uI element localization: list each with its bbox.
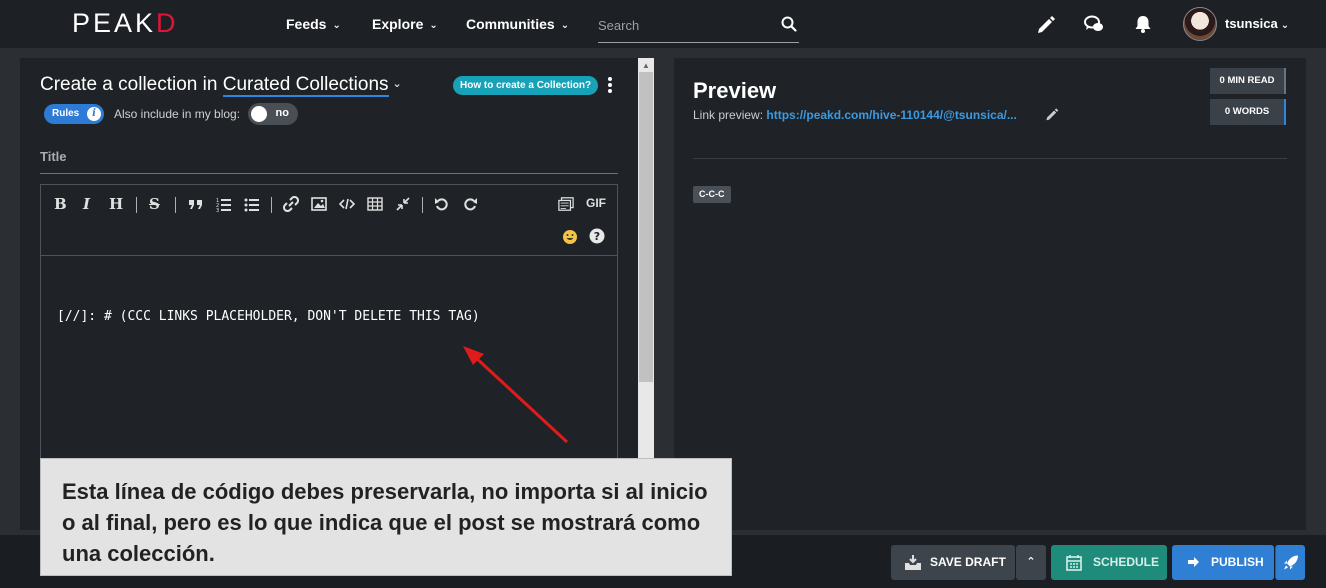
how-to-create-collection-button[interactable]: How to create a Collection? — [453, 76, 599, 95]
title-input[interactable]: Title — [40, 149, 67, 164]
scrollbar-thumb[interactable] — [639, 72, 653, 382]
schedule-label: SCHEDULE — [1093, 555, 1160, 569]
tag-badge[interactable]: c-c-c — [693, 186, 731, 203]
chat-icon[interactable] — [1084, 14, 1104, 34]
redo-icon[interactable] — [462, 196, 478, 212]
publish-options-button[interactable] — [1275, 545, 1305, 580]
chevron-down-icon: ⌄ — [560, 20, 570, 31]
annotation-text: Esta línea de código debes preservarla, … — [62, 479, 708, 566]
link-preview-url[interactable]: https://peakd.com/hive-110144/@tsunsica/… — [766, 108, 1016, 122]
logo-end: D — [156, 8, 179, 38]
quote-icon[interactable] — [188, 196, 204, 212]
heading-icon[interactable]: H — [109, 195, 123, 213]
ordered-list-icon[interactable]: 123 — [216, 196, 232, 212]
search-icon[interactable] — [781, 16, 797, 32]
nav-explore[interactable]: Explore ⌄ — [372, 16, 438, 32]
tag-label: c-c-c — [699, 189, 725, 199]
toggle-knob — [251, 106, 267, 122]
also-include-label: Also include in my blog: — [114, 107, 241, 121]
image-icon[interactable] — [311, 196, 327, 212]
community-selector[interactable]: Curated Collections — [222, 74, 389, 97]
emoji-icon[interactable] — [562, 229, 578, 245]
link-preview-label: Link preview: — [693, 108, 767, 122]
save-draft-icon — [905, 555, 921, 570]
annotation-callout: Esta línea de código debes preservarla, … — [40, 458, 732, 576]
create-prefix: Create a collection in — [40, 74, 223, 95]
code-icon[interactable] — [339, 196, 355, 212]
snippets-icon[interactable] — [558, 196, 574, 212]
rules-button[interactable]: Rules i — [44, 104, 104, 124]
preview-panel — [674, 58, 1306, 530]
search-input[interactable] — [598, 12, 768, 38]
gif-button[interactable]: GIF — [586, 196, 606, 210]
chevron-down-icon[interactable]: ⌄ — [393, 78, 402, 90]
draft-options-button[interactable]: ⌃ — [1016, 545, 1046, 580]
table-icon[interactable] — [367, 196, 383, 212]
chevron-down-icon: ⌄ — [1280, 20, 1290, 31]
svg-text:?: ? — [594, 230, 600, 243]
chevron-up-icon: ⌃ — [1026, 556, 1036, 568]
logo-main: PEAK — [72, 8, 157, 38]
nav-communities-label: Communities — [466, 16, 555, 32]
avatar[interactable] — [1183, 7, 1217, 41]
svg-text:3: 3 — [216, 208, 219, 212]
arrow-right-icon — [1188, 557, 1199, 567]
rules-label: Rules — [52, 108, 80, 119]
save-draft-label: SAVE DRAFT — [930, 555, 1006, 569]
title-underline — [40, 173, 618, 174]
toolbar-divider — [271, 197, 272, 213]
rocket-icon — [1284, 555, 1298, 570]
more-options-icon[interactable] — [606, 77, 614, 95]
undo-icon[interactable] — [434, 196, 450, 212]
bold-icon[interactable]: B — [54, 195, 67, 213]
include-in-blog-toggle[interactable]: no — [248, 103, 298, 125]
help-icon[interactable]: ? — [589, 228, 605, 244]
user-menu[interactable]: tsunsica ⌄ — [1225, 16, 1289, 31]
top-navbar: PEAKD Feeds ⌄ Explore ⌄ Communities ⌄ tsuns… — [0, 0, 1326, 48]
username-label: tsunsica — [1225, 16, 1278, 31]
unordered-list-icon[interactable] — [244, 196, 260, 212]
editor-content[interactable]: [//]: # (CCC LINKS PLACEHOLDER, DON'T DE… — [57, 309, 480, 324]
bell-icon[interactable] — [1133, 14, 1153, 34]
chevron-down-icon: ⌄ — [332, 20, 341, 31]
nav-explore-label: Explore — [372, 16, 424, 32]
toolbar-divider — [136, 197, 137, 213]
link-icon[interactable] — [283, 196, 299, 212]
pencil-icon[interactable] — [1036, 14, 1056, 34]
link-preview: Link preview: https://peakd.com/hive-110… — [693, 108, 1017, 122]
collapse-icon[interactable] — [395, 196, 411, 212]
nav-feeds-label: Feeds — [286, 16, 327, 32]
publish-label: PUBLISH — [1211, 555, 1264, 569]
schedule-button[interactable]: SCHEDULE — [1051, 545, 1167, 580]
toolbar-divider — [175, 197, 176, 213]
words-badge: 0 WORDS — [1210, 99, 1286, 125]
peakd-logo[interactable]: PEAKD — [72, 8, 179, 39]
toggle-value: no — [275, 107, 289, 119]
preview-divider — [693, 158, 1287, 159]
save-draft-button[interactable]: SAVE DRAFT — [891, 545, 1015, 580]
search-box — [598, 12, 799, 43]
create-collection-title: Create a collection in Curated Collectio… — [40, 74, 402, 97]
annotation-arrow — [463, 346, 569, 444]
edit-permlink-icon[interactable] — [1045, 107, 1059, 121]
nav-communities[interactable]: Communities ⌄ — [466, 16, 569, 32]
scroll-up-icon[interactable]: ▲ — [642, 61, 650, 70]
chevron-down-icon: ⌄ — [429, 20, 438, 31]
nav-feeds[interactable]: Feeds ⌄ — [286, 16, 341, 32]
calendar-icon — [1066, 555, 1082, 571]
preview-title: Preview — [693, 78, 777, 103]
strikethrough-icon[interactable]: S — [149, 195, 160, 213]
toolbar-divider — [422, 197, 423, 213]
publish-button[interactable]: PUBLISH — [1172, 545, 1274, 580]
toolbar-separator — [41, 255, 617, 256]
italic-icon[interactable]: I — [83, 195, 90, 213]
min-read-badge: 0 MIN READ — [1210, 68, 1286, 94]
info-icon: i — [87, 107, 101, 121]
